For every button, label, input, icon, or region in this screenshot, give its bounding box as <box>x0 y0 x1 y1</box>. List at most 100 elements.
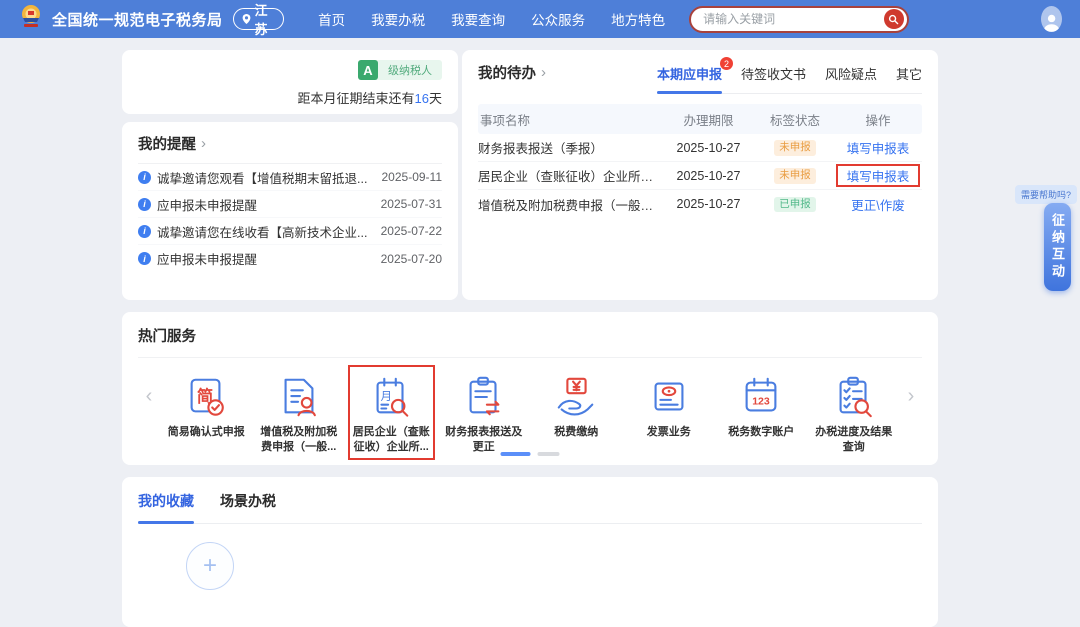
location-label: 江苏 <box>255 0 274 38</box>
info-icon: i <box>138 171 151 184</box>
nav-item-local-feature[interactable]: 地方特色 <box>611 9 665 29</box>
financial-report-icon <box>438 374 531 420</box>
search-input[interactable] <box>703 12 884 26</box>
pagination-dot[interactable] <box>538 452 560 456</box>
services-pagination <box>501 452 560 456</box>
service-item-invoice-business[interactable]: 发票业务 <box>623 374 716 455</box>
nav-item-public-service[interactable]: 公众服务 <box>531 9 585 29</box>
reminder-date: 2025-07-20 <box>381 252 442 266</box>
todo-tab-other[interactable]: 其它 <box>896 64 922 83</box>
nav-item-do-tax[interactable]: 我要办税 <box>371 9 425 29</box>
tab-badge: 2 <box>720 57 733 70</box>
service-label: 居民企业（查账 征收）企业所... <box>345 425 438 455</box>
action-link[interactable]: 填写申报表 <box>847 142 910 156</box>
todo-table-header: 事项名称办理期限标签状态操作 <box>478 104 922 134</box>
table-row: 居民企业（查账征收）企业所得税月（...2025-10-27 未申报 填写申报表 <box>478 162 922 190</box>
todo-item-name: 增值税及附加税费申报（一般纳税人适... <box>478 195 661 214</box>
service-item-progress-result-query[interactable]: 办税进度及结果 查询 <box>808 374 901 455</box>
services-prev-icon[interactable]: ‹ <box>138 374 160 418</box>
todo-tabs: 本期应申报2 待签收文书风险疑点其它 <box>657 62 922 94</box>
tax-bureau-emblem-icon <box>18 4 44 34</box>
add-favorite-button[interactable]: + <box>186 542 234 590</box>
pagination-dot-active[interactable] <box>501 452 531 456</box>
reminder-date: 2025-07-31 <box>381 197 442 211</box>
search-box <box>689 6 909 33</box>
reminder-item[interactable]: i 应申报未申报提醒 2025-07-31 <box>138 191 442 218</box>
reminder-text: 诚挚邀请您在线收看【高新技术企业... <box>157 222 375 241</box>
service-label: 增值税及附加税 费申报（一般... <box>253 425 346 455</box>
reminder-item[interactable]: i应申报未申报提醒2025-07-20 <box>138 245 442 272</box>
todo-tab-current-declare[interactable]: 本期应申报2 <box>657 64 722 83</box>
todo-deadline: 2025-10-27 <box>661 141 756 155</box>
service-label: 简易确认式申报 <box>160 425 253 440</box>
main-content: A 级纳税人 距本月征期结束还有16天 我的提醒› i 诚挚邀请您观看【增值税期末… <box>122 38 938 563</box>
service-label: 财务报表报送及 更正 <box>438 425 531 455</box>
user-avatar[interactable] <box>1041 6 1062 32</box>
todo-item-name: 财务报表报送（季报） <box>478 138 661 157</box>
location-selector[interactable]: 江苏 <box>233 8 285 30</box>
services-row: ‹ 简简易确认式申报增值税及附加税 费申报（一般...月居民企业（查账 征收）企… <box>138 374 922 455</box>
fav-tab-scenario-tax[interactable]: 场景办税 <box>220 491 276 511</box>
digital-account-icon: 123 <box>715 374 808 420</box>
todo-tab-risk-points[interactable]: 风险疑点 <box>825 64 877 83</box>
reminders-card: 我的提醒› i 诚挚邀请您观看【增值税期末留抵退... 2025-09-11 i 应申报… <box>122 122 458 300</box>
service-label: 办税进度及结果 查询 <box>808 425 901 455</box>
tax-pay-icon <box>530 374 623 420</box>
vat-declare-icon <box>253 374 346 420</box>
nav-item-query[interactable]: 我要查询 <box>451 9 505 29</box>
chevron-right-icon: › <box>201 135 206 152</box>
taxpayer-grade-badge: A 级纳税人 <box>358 60 442 80</box>
service-item-tax-payment[interactable]: 税费缴纳 <box>530 374 623 455</box>
service-item-tax-digital-account[interactable]: 123 税务数字账户 <box>715 374 808 455</box>
grade-letter: A <box>358 60 378 80</box>
deadline-days: 16 <box>415 91 429 106</box>
app-title: 全国统一规范电子税务局 <box>52 9 223 30</box>
todo-deadline: 2025-10-27 <box>661 169 756 183</box>
reminder-text: 应申报未申报提醒 <box>157 195 375 214</box>
info-icon: i <box>138 198 151 211</box>
table-row: 财务报表报送（季报）2025-10-27未申报填写申报表 <box>478 134 922 162</box>
todo-table-body: 财务报表报送（季报）2025-10-27未申报填写申报表居民企业（查账征收）企业… <box>478 134 922 218</box>
info-icon: i <box>138 225 151 238</box>
service-item-vat-surcharge-declare[interactable]: 增值税及附加税 费申报（一般... <box>253 374 346 455</box>
tax-interaction-button[interactable]: 征纳互动 <box>1044 203 1071 291</box>
nav-item-home[interactable]: 首页 <box>318 9 345 29</box>
hot-services-title: 热门服务 <box>138 325 922 346</box>
action-link[interactable]: 更正\作废 <box>851 199 904 213</box>
todo-deadline: 2025-10-27 <box>661 197 756 211</box>
reminders-title[interactable]: 我的提醒› <box>138 133 442 164</box>
resident-enterprise-icon: 月 <box>345 374 438 420</box>
service-item-simple-confirm-declare[interactable]: 简简易确认式申报 <box>160 374 253 455</box>
todo-tab-docs-to-sign[interactable]: 待签收文书 <box>741 64 806 83</box>
favorites-tabs: 我的收藏 场景办税 <box>138 491 922 524</box>
table-row: 增值税及附加税费申报（一般纳税人适...2025-10-27 已申报 更正\作废 <box>478 190 922 218</box>
status-badge: 已申报 <box>774 197 816 213</box>
column-header: 操作 <box>834 110 922 129</box>
grade-label: 级纳税人 <box>378 62 442 78</box>
status-badge: 未申报 <box>774 168 816 184</box>
todo-item-name: 居民企业（查账征收）企业所得税月（... <box>478 166 661 185</box>
reminder-item[interactable]: i 诚挚邀请您观看【增值税期末留抵退... 2025-09-11 <box>138 164 442 191</box>
reminder-item[interactable]: i 诚挚邀请您在线收看【高新技术企业... 2025-07-22 <box>138 218 442 245</box>
search-icon[interactable] <box>884 9 904 29</box>
service-label: 税务数字账户 <box>715 425 808 440</box>
progress-query-icon <box>808 374 901 420</box>
reminder-date: 2025-07-22 <box>381 224 442 238</box>
reminder-date: 2025-09-11 <box>382 170 443 184</box>
taxpayer-grade-card: A 级纳税人 距本月征期结束还有16天 <box>122 50 458 114</box>
top-header: 全国统一规范电子税务局 江苏 首页 我要办税 我要查询 公众服务 地方特色 <box>0 0 1080 38</box>
fav-tab-my-favorites[interactable]: 我的收藏 <box>138 491 194 511</box>
services-next-icon[interactable]: › <box>900 374 922 418</box>
service-item-resident-enterprise-income-tax[interactable]: 月居民企业（查账 征收）企业所... <box>345 374 438 455</box>
action-link[interactable]: 填写申报表 <box>847 170 910 184</box>
reminder-text: 应申报未申报提醒 <box>157 249 375 268</box>
collection-deadline-text: 距本月征期结束还有16天 <box>138 88 442 107</box>
svg-text:123: 123 <box>752 396 770 408</box>
service-label: 发票业务 <box>623 425 716 440</box>
column-header: 事项名称 <box>478 110 661 129</box>
todo-title[interactable]: 我的待办› <box>478 62 546 83</box>
service-item-financial-report-submit[interactable]: 财务报表报送及 更正 <box>438 374 531 455</box>
header-nav: 首页 我要办税 我要查询 公众服务 地方特色 <box>318 9 665 29</box>
reminder-text: 诚挚邀请您观看【增值税期末留抵退... <box>157 168 376 187</box>
help-tooltip: 需要帮助吗? <box>1015 185 1077 204</box>
